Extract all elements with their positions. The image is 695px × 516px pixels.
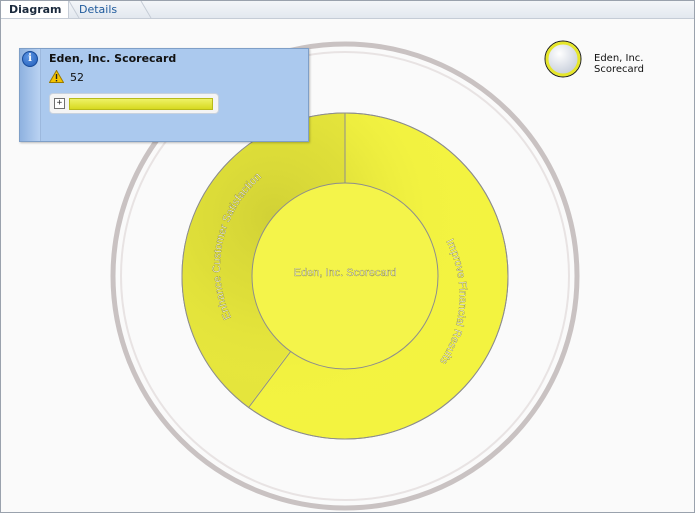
- legend-circle-icon: [544, 40, 582, 78]
- info-title: Eden, Inc. Scorecard: [49, 52, 177, 65]
- info-icon: i: [22, 51, 38, 67]
- legend-label: Eden, Inc. Scorecard: [594, 53, 644, 75]
- tab-shape: [68, 1, 152, 19]
- info-strip: i: [20, 49, 41, 141]
- warning-count: 52: [70, 71, 84, 84]
- status-bar: [69, 98, 213, 110]
- tab-bar: Diagram Details: [1, 1, 694, 19]
- scorecard-window: Diagram Details Eden, Inc. Scorecard Enh…: [0, 0, 695, 513]
- center-label: Eden, Inc. Scorecard: [294, 267, 397, 279]
- info-bar-container: +: [49, 93, 219, 114]
- expand-icon[interactable]: +: [54, 98, 65, 109]
- info-popup[interactable]: i Eden, Inc. Scorecard 52 +: [19, 48, 309, 142]
- warning-icon: [49, 70, 64, 83]
